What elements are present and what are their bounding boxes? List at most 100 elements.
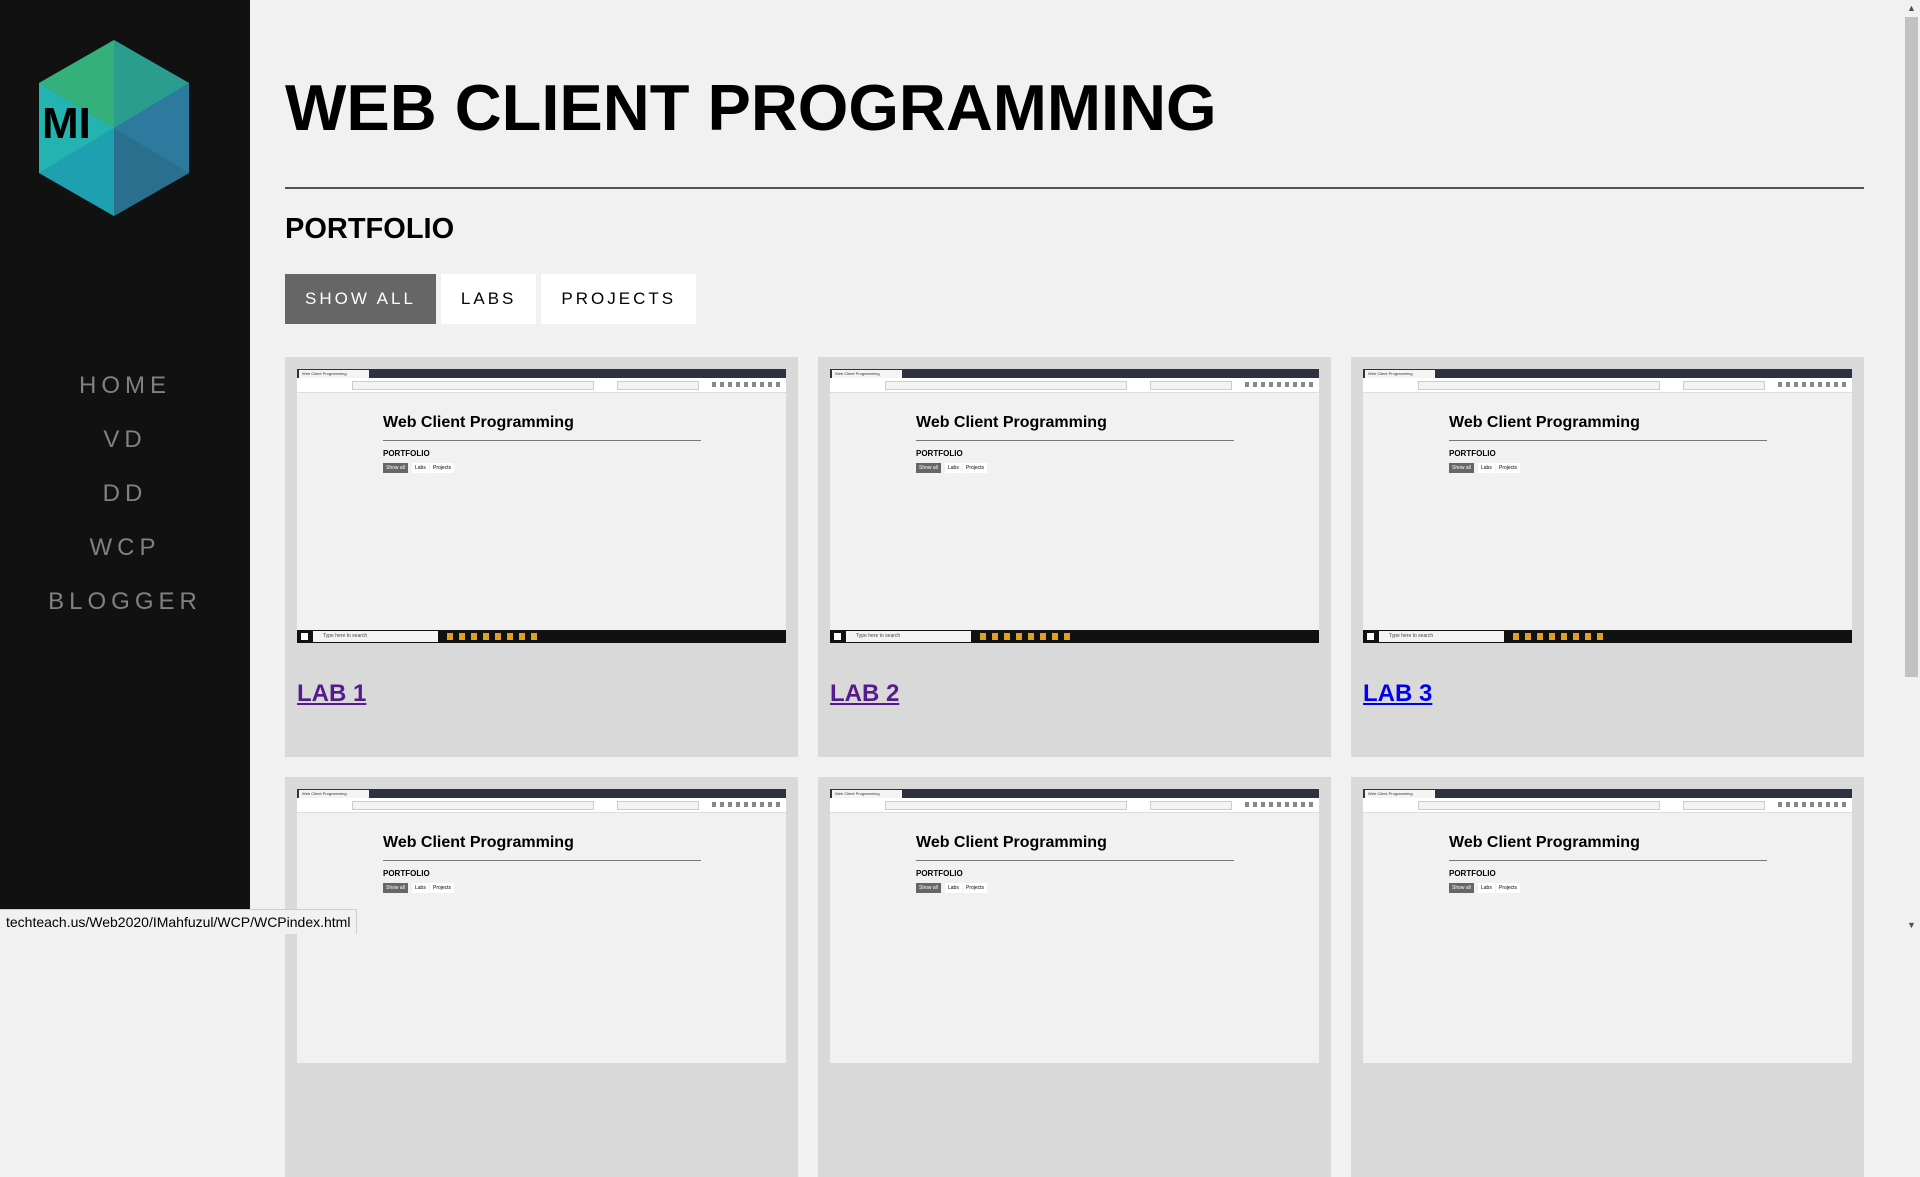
thumb-toolbar-icons	[1245, 802, 1315, 807]
show-all-button[interactable]: SHOW ALL	[285, 274, 436, 324]
card-thumbnail[interactable]: Web Client Programming Web Client Progra…	[297, 789, 786, 1063]
thumb-toolbar-icons	[712, 802, 782, 807]
thumb-tab: Web Client Programming	[1365, 790, 1435, 798]
scrollbar-thumb[interactable]	[1905, 17, 1918, 677]
thumb-labs: Labs	[1478, 883, 1495, 893]
thumb-tab: Web Client Programming	[299, 370, 369, 378]
thumb-url	[352, 801, 594, 810]
thumb-search	[1150, 381, 1232, 390]
thumb-toolbar-icons	[1778, 382, 1848, 387]
thumb-heading: Web Client Programming	[383, 834, 574, 851]
portfolio-card-lab-2: Web Client Programming Web Client Progra…	[818, 357, 1331, 757]
thumb-taskbar-search: Type here to search	[313, 631, 438, 642]
lab-2-link[interactable]: LAB 2	[830, 680, 899, 708]
thumb-projects: Projects	[1496, 883, 1521, 893]
thumb-windows-icon	[301, 633, 308, 640]
thumb-heading: Web Client Programming	[1449, 414, 1640, 431]
thumb-tab: Web Client Programming	[832, 790, 902, 798]
labs-button[interactable]: LABS	[440, 274, 537, 324]
thumb-toolbar-icons	[712, 382, 782, 387]
thumb-projects: Projects	[963, 463, 988, 473]
thumb-tabbar	[830, 369, 1319, 378]
thumb-taskbar-apps	[447, 633, 537, 640]
thumb-show-all: Show all	[916, 883, 941, 893]
projects-button[interactable]: PROJECTS	[541, 274, 697, 324]
nav-wcp-link[interactable]: WCP	[0, 529, 250, 583]
card-thumbnail[interactable]: Web Client Programming Web Client Progra…	[830, 369, 1319, 643]
portfolio-card-lab-3: Web Client Programming Web Client Progra…	[1351, 357, 1864, 757]
thumb-labs: Labs	[1478, 463, 1495, 473]
thumb-search	[1150, 801, 1232, 810]
thumb-search	[617, 801, 699, 810]
thumb-windows-icon	[834, 633, 841, 640]
thumb-tabbar	[297, 369, 786, 378]
thumb-projects: Projects	[963, 883, 988, 893]
thumb-show-all: Show all	[1449, 463, 1474, 473]
sidebar-nav: HOME VD DD WCP BLOGGER	[0, 367, 250, 637]
thumb-labs: Labs	[945, 883, 962, 893]
nav-home-link[interactable]: HOME	[0, 367, 250, 421]
portfolio-card: Web Client Programming Web Client Progra…	[818, 777, 1331, 1177]
lab-3-link[interactable]: LAB 3	[1363, 680, 1432, 708]
thumb-taskbar-apps	[1513, 633, 1603, 640]
logo-hexagon-icon[interactable]: MI	[34, 38, 194, 218]
thumb-toolbar-icons	[1778, 802, 1848, 807]
thumb-section: PORTFOLIO	[383, 869, 430, 878]
thumb-show-all: Show all	[916, 463, 941, 473]
thumb-divider	[1449, 440, 1767, 441]
thumb-tabbar	[830, 789, 1319, 798]
thumb-url	[885, 381, 1127, 390]
lab-1-link[interactable]: LAB 1	[297, 680, 366, 708]
thumb-section: PORTFOLIO	[383, 449, 430, 458]
thumb-projects: Projects	[430, 463, 455, 473]
thumb-show-all: Show all	[383, 883, 408, 893]
thumb-labs: Labs	[412, 883, 429, 893]
thumb-show-all: Show all	[1449, 883, 1474, 893]
thumb-projects: Projects	[430, 883, 455, 893]
thumb-windows-icon	[1367, 633, 1374, 640]
thumb-search	[1683, 801, 1765, 810]
scroll-up-arrow-icon[interactable]: ▲	[1903, 0, 1920, 17]
thumb-url	[1418, 801, 1660, 810]
logo-text: MI	[42, 99, 91, 148]
portfolio-card-lab-1: Web Client Programming Web Client Progra…	[285, 357, 798, 757]
sidebar: MI HOME VD DD WCP BLOGGER	[0, 0, 250, 934]
thumb-labs: Labs	[412, 463, 429, 473]
thumb-search	[1683, 381, 1765, 390]
thumb-tabbar	[1363, 369, 1852, 378]
title-divider	[285, 187, 1864, 189]
card-thumbnail[interactable]: Web Client Programming Web Client Progra…	[1363, 369, 1852, 643]
thumb-show-all: Show all	[383, 463, 408, 473]
thumb-search	[617, 381, 699, 390]
portfolio-card: Web Client Programming Web Client Progra…	[285, 777, 798, 1177]
thumb-section: PORTFOLIO	[1449, 449, 1496, 458]
thumb-labs: Labs	[945, 463, 962, 473]
nav-vd-link[interactable]: VD	[0, 421, 250, 475]
thumb-tab: Web Client Programming	[1365, 370, 1435, 378]
card-thumbnail[interactable]: Web Client Programming Web Client Progra…	[1363, 789, 1852, 1063]
page-scrollbar[interactable]: ▲ ▼	[1903, 0, 1920, 934]
scroll-down-arrow-icon[interactable]: ▼	[1903, 917, 1920, 934]
thumb-divider	[916, 860, 1234, 861]
card-thumbnail[interactable]: Web Client Programming Web Client Progra…	[830, 789, 1319, 1063]
card-thumbnail[interactable]: Web Client Programming Web Client Progra…	[297, 369, 786, 643]
thumb-heading: Web Client Programming	[383, 414, 574, 431]
thumb-divider	[383, 860, 701, 861]
nav-blogger-link[interactable]: BLOGGER	[0, 583, 250, 637]
thumb-projects: Projects	[1496, 463, 1521, 473]
filter-bar: SHOW ALL LABS PROJECTS	[285, 274, 697, 324]
thumb-url	[885, 801, 1127, 810]
thumb-tab: Web Client Programming	[832, 370, 902, 378]
nav-dd-link[interactable]: DD	[0, 475, 250, 529]
thumb-taskbar-search: Type here to search	[1379, 631, 1504, 642]
thumb-taskbar-apps	[980, 633, 1070, 640]
thumb-url	[1418, 381, 1660, 390]
thumb-divider	[916, 440, 1234, 441]
thumb-section: PORTFOLIO	[1449, 869, 1496, 878]
portfolio-card: Web Client Programming Web Client Progra…	[1351, 777, 1864, 1177]
thumb-heading: Web Client Programming	[1449, 834, 1640, 851]
thumb-tabbar	[297, 789, 786, 798]
status-bar-url: techteach.us/Web2020/IMahfuzul/WCP/WCPin…	[0, 909, 358, 934]
thumb-heading: Web Client Programming	[916, 834, 1107, 851]
section-title: PORTFOLIO	[285, 213, 455, 245]
